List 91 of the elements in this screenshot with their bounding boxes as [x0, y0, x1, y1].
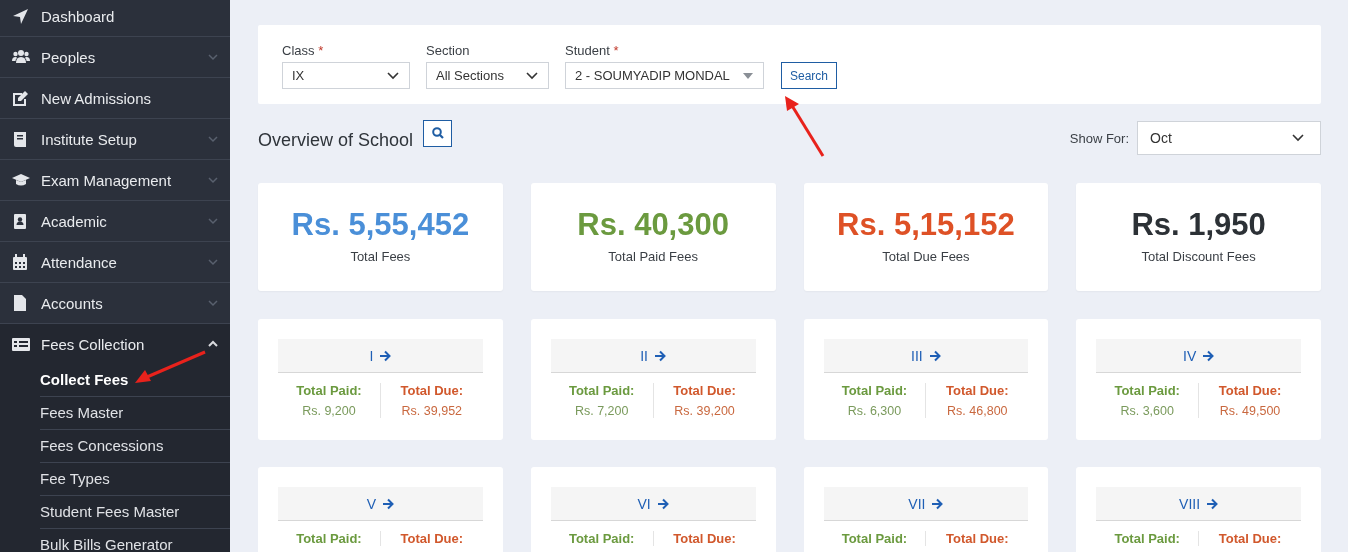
- stat-label: Total Fees: [350, 248, 411, 264]
- field-label: Section: [426, 43, 471, 58]
- receipt-list-icon: [12, 335, 30, 353]
- combo-box[interactable]: 2 - SOUMYADIP MONDAL: [565, 62, 764, 89]
- caret-down-icon: [743, 72, 753, 79]
- chevron-down-icon: [208, 135, 218, 143]
- select-field[interactable]: IX: [282, 62, 410, 89]
- sidebar-item[interactable]: Academic: [0, 201, 230, 242]
- stat-value: Rs. 5,15,152: [837, 206, 1015, 243]
- field-label: Class *: [282, 43, 325, 58]
- arrow-right-icon: [654, 349, 666, 362]
- month-select[interactable]: Oct: [1137, 121, 1321, 155]
- annotation-arrow: [135, 350, 207, 385]
- sidebar-item[interactable]: Dashboard: [0, 0, 230, 37]
- chevron-down-icon: [208, 217, 218, 225]
- chevron-down-icon: [1292, 134, 1304, 142]
- select-field[interactable]: All Sections: [426, 62, 549, 89]
- class-link[interactable]: I: [278, 339, 483, 373]
- annotation-arrow: [783, 96, 827, 158]
- paid-label: Total Paid:: [841, 531, 908, 546]
- arrow-right-icon: [656, 497, 669, 510]
- submenu-item[interactable]: Fees Master: [40, 397, 230, 430]
- chevron-down-icon: [208, 53, 218, 61]
- search-icon: [431, 127, 444, 139]
- class-link[interactable]: V: [278, 487, 483, 521]
- chevron-down-icon: [526, 71, 538, 80]
- due-label: Total Due:: [400, 531, 464, 546]
- paid-label: Total Paid:: [568, 383, 635, 398]
- class-link[interactable]: IV: [1096, 339, 1301, 373]
- stat-value: Rs. 5,55,452: [291, 206, 470, 243]
- due-amount: Rs. 39,200: [674, 404, 735, 418]
- users-icon: [12, 48, 30, 66]
- arrow-right-icon: [928, 349, 941, 362]
- field-label: Show For:: [1069, 130, 1129, 146]
- paid-amount: Rs. 9,200: [302, 404, 356, 418]
- submenu-item[interactable]: Student Fees Master: [40, 496, 230, 529]
- sidebar-item[interactable]: Attendance: [0, 242, 230, 283]
- paid-label: Total Paid:: [1114, 531, 1180, 546]
- chevron-up-icon: [208, 340, 218, 348]
- sidebar-item[interactable]: Exam Management: [0, 160, 230, 201]
- search-button[interactable]: Search: [781, 62, 838, 89]
- paid-label: Total Paid:: [296, 383, 362, 398]
- stat-value: Rs. 40,300: [577, 206, 729, 243]
- paid-amount: Rs. 7,200: [574, 404, 629, 418]
- paid-label: Total Paid:: [1114, 383, 1180, 398]
- due-amount: Rs. 46,800: [947, 404, 1008, 418]
- paid-label: Total Paid:: [841, 383, 908, 398]
- sidebar-item[interactable]: Fees Collection: [0, 324, 230, 364]
- chevron-down-icon: [208, 258, 218, 266]
- chevron-down-icon: [387, 71, 399, 80]
- due-amount: Rs. 39,952: [401, 404, 463, 418]
- paid-label: Total Paid:: [296, 531, 362, 546]
- stat-value: Rs. 1,950: [1131, 206, 1266, 243]
- submenu-item[interactable]: Fee Types: [40, 463, 230, 496]
- submenu-item[interactable]: Bulk Bills Generator: [40, 529, 230, 552]
- arrow-right-icon: [382, 497, 395, 510]
- calendar-icon: [12, 253, 30, 271]
- send-icon: [12, 7, 30, 25]
- submenu-item[interactable]: Fees Concessions: [40, 430, 230, 463]
- search-button[interactable]: [423, 119, 453, 147]
- stat-label: Total Due Fees: [882, 248, 970, 264]
- class-link[interactable]: VI: [550, 487, 756, 521]
- due-label: Total Due:: [673, 531, 736, 546]
- class-link[interactable]: VII: [823, 487, 1029, 521]
- arrow-right-icon: [379, 349, 392, 362]
- due-label: Total Due:: [946, 531, 1009, 546]
- class-link[interactable]: III: [823, 339, 1029, 373]
- stat-label: Total Discount Fees: [1141, 248, 1256, 264]
- arrow-right-icon: [1202, 349, 1215, 362]
- chevron-down-icon: [208, 299, 218, 307]
- class-link[interactable]: II: [550, 339, 756, 373]
- arrow-right-icon: [931, 497, 944, 510]
- paid-amount: Rs. 3,600: [1120, 404, 1174, 418]
- chevron-down-icon: [208, 176, 218, 184]
- sidebar-item[interactable]: Institute Setup: [0, 119, 230, 160]
- due-label: Total Due:: [673, 383, 736, 398]
- paid-label: Total Paid:: [568, 531, 635, 546]
- edit-icon: [12, 89, 30, 107]
- due-label: Total Due:: [1218, 531, 1282, 546]
- field-label: Student *: [565, 43, 620, 58]
- due-label: Total Due:: [400, 383, 464, 398]
- paid-amount: Rs. 6,300: [847, 404, 902, 418]
- arrow-right-icon: [1206, 497, 1219, 510]
- section-title: Overview of School: [258, 129, 414, 151]
- due-label: Total Due:: [946, 383, 1009, 398]
- due-label: Total Due:: [1218, 383, 1282, 398]
- sidebar-item[interactable]: Peoples: [0, 37, 230, 78]
- sidebar-item[interactable]: New Admissions: [0, 78, 230, 119]
- stat-label: Total Paid Fees: [608, 248, 698, 264]
- class-link[interactable]: VIII: [1096, 487, 1301, 521]
- due-amount: Rs. 49,500: [1219, 404, 1281, 418]
